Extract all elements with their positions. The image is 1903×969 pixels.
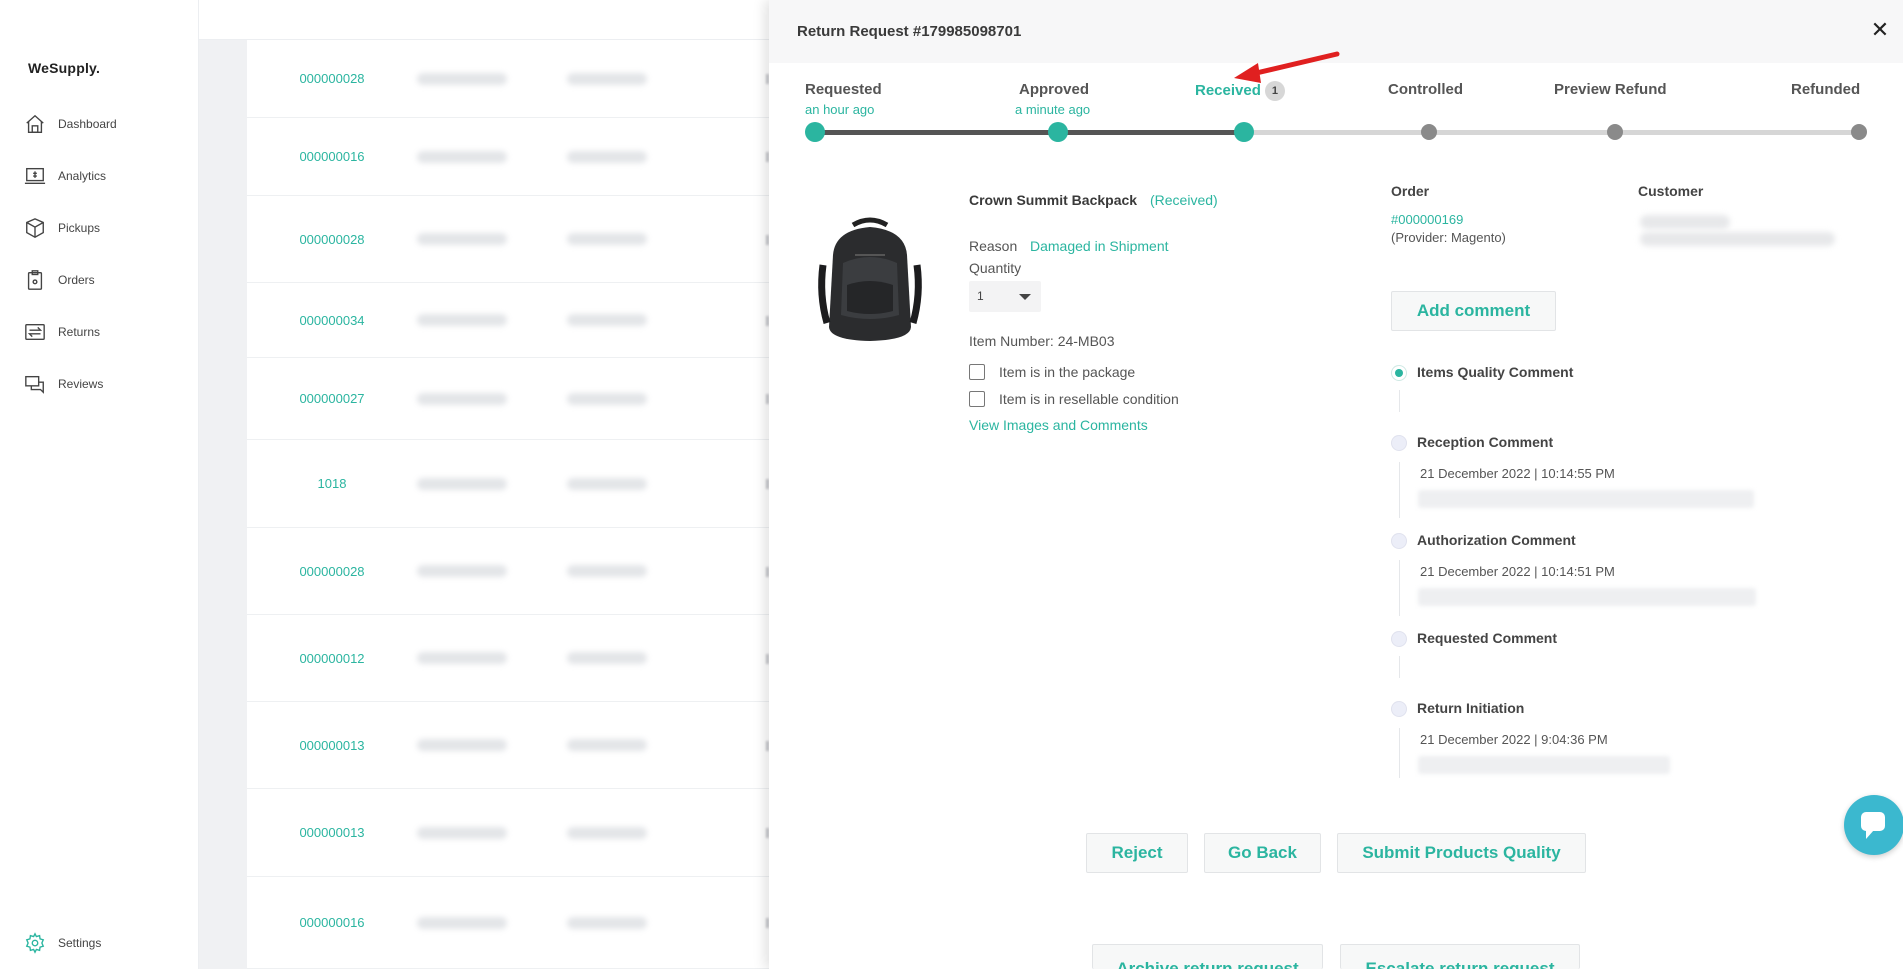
table-row[interactable]: 000000013 [247, 702, 769, 789]
add-comment-button[interactable]: Add comment [1391, 291, 1556, 331]
chat-bubble-icon [1861, 812, 1885, 839]
table-row[interactable]: 1018 [247, 440, 769, 528]
item-number: Item Number: 24-MB03 [969, 333, 1115, 349]
order-id-cell[interactable]: 000000013 [247, 825, 417, 840]
step-received-dot [1234, 122, 1254, 142]
sidebar-item-returns[interactable]: Returns [24, 319, 100, 345]
sidebar-item-pickups[interactable]: Pickups [24, 215, 100, 241]
table-row[interactable]: 000000028 [247, 196, 769, 283]
chevron-down-icon [1019, 294, 1031, 300]
timeline-authorization: Authorization Comment [1417, 532, 1576, 548]
step-approved-time: a minute ago [1015, 102, 1091, 117]
step-approved-label: Approved [1019, 81, 1090, 98]
timeline-dot-reception [1391, 435, 1407, 451]
reject-button[interactable]: Reject [1086, 833, 1188, 873]
order-number-link[interactable]: #000000169 [1391, 212, 1463, 227]
progress-track-done [815, 130, 1245, 135]
step-requested-dot [805, 122, 825, 142]
table-row[interactable]: 000000016 [247, 877, 769, 969]
table-row[interactable]: 000000028 [247, 528, 769, 615]
chat-widget-button[interactable] [1844, 795, 1903, 855]
item-resellable-checkbox[interactable] [969, 391, 985, 407]
checkbox-row-resellable: Item is in resellable condition [969, 391, 1179, 407]
red-arrow-annotation-icon [1234, 51, 1340, 83]
order-id-cell[interactable]: 000000027 [247, 391, 417, 406]
sidebar-item-orders[interactable]: Orders [24, 267, 95, 293]
table-row[interactable]: 000000028 [247, 40, 769, 118]
submit-products-quality-button[interactable]: Submit Products Quality [1337, 833, 1586, 873]
timeline-dot-return-initiation [1391, 701, 1407, 717]
timeline-dot-requested [1391, 631, 1407, 647]
escalate-return-request-button[interactable]: Escalate return request [1340, 944, 1580, 969]
order-id-cell[interactable]: 000000028 [247, 232, 417, 247]
step-refunded-label: Refunded [1791, 81, 1861, 98]
sidebar-item-dashboard[interactable]: Dashboard [24, 111, 117, 137]
panel-title: Return Request #179985098701 [797, 23, 1022, 40]
analytics-icon [24, 167, 46, 185]
step-refunded-dot [1851, 124, 1867, 140]
step-requested-label: Requested [805, 81, 882, 98]
order-id-cell[interactable]: 000000028 [247, 71, 417, 86]
step-requested-time: an hour ago [805, 102, 875, 117]
brand-logo: WeSupply. [28, 60, 101, 76]
table-row[interactable]: 000000027 [247, 358, 769, 440]
timeline-reception: Reception Comment [1417, 434, 1554, 450]
timeline-authorization-date: 21 December 2022 | 10:14:51 PM [1420, 564, 1615, 579]
reviews-icon [25, 375, 44, 394]
table-row[interactable]: 000000034 [247, 283, 769, 358]
timeline-requested: Requested Comment [1417, 630, 1558, 646]
orders-icon [27, 270, 43, 290]
customer-label: Customer [1638, 183, 1704, 199]
quantity-select[interactable]: 1 [969, 281, 1041, 312]
sidebar-item-analytics[interactable]: Analytics [24, 163, 106, 189]
table-row[interactable]: 000000016 [247, 118, 769, 196]
checkbox-row-package: Item is in the package [969, 364, 1135, 380]
return-request-panel: Return Request #179985098701 ✕ [769, 0, 1903, 969]
step-controlled-label: Controlled [1388, 81, 1463, 98]
sidebar: WeSupply. Dashboard Analytics Pickups Or… [0, 0, 199, 969]
timeline-return-initiation: Return Initiation [1417, 700, 1525, 716]
dashboard-icon [26, 114, 44, 133]
reason-value: Damaged in Shipment [1030, 238, 1169, 254]
quantity-label: Quantity [969, 260, 1022, 276]
step-controlled-dot [1421, 124, 1437, 140]
timeline-reception-date: 21 December 2022 | 10:14:55 PM [1420, 466, 1615, 481]
progress-track-pending [1245, 130, 1859, 135]
reason-label: Reason [969, 238, 1018, 254]
pickups-icon [26, 218, 44, 238]
product-status: (Received) [1150, 192, 1218, 208]
table-row[interactable]: 000000013 [247, 789, 769, 877]
view-images-comments-link[interactable]: View Images and Comments [969, 417, 1148, 433]
timeline-return-initiation-date: 21 December 2022 | 9:04:36 PM [1420, 732, 1608, 747]
timeline-items-quality: Items Quality Comment [1417, 364, 1574, 380]
step-preview-refund-label: Preview Refund [1554, 81, 1667, 98]
gear-icon [25, 932, 45, 954]
order-label: Order [1391, 183, 1430, 199]
table-row[interactable]: 000000012 [247, 615, 769, 702]
item-in-package-checkbox[interactable] [969, 364, 985, 380]
returns-table-background: 000000028 000000016 000000028 000000034 0000… [199, 0, 769, 969]
timeline-dot-items-quality [1391, 365, 1407, 381]
sidebar-item-reviews[interactable]: Reviews [24, 371, 103, 397]
go-back-button[interactable]: Go Back [1204, 833, 1321, 873]
order-provider: (Provider: Magento) [1391, 230, 1506, 245]
returns-icon [25, 323, 45, 341]
archive-return-request-button[interactable]: Archive return request [1092, 944, 1323, 969]
sidebar-item-settings[interactable]: Settings [24, 930, 101, 956]
close-button[interactable]: ✕ [1868, 18, 1892, 42]
backpack-product-image [818, 217, 922, 341]
order-id-cell[interactable]: 000000016 [247, 149, 417, 164]
order-id-cell[interactable]: 000000028 [247, 564, 417, 579]
product-name: Crown Summit Backpack [969, 192, 1138, 208]
order-id-cell[interactable]: 1018 [247, 476, 417, 491]
order-id-cell[interactable]: 000000013 [247, 738, 417, 753]
step-approved-dot [1048, 122, 1068, 142]
timeline-dot-authorization [1391, 533, 1407, 549]
order-id-cell[interactable]: 000000034 [247, 313, 417, 328]
step-preview-refund-dot [1607, 124, 1623, 140]
order-id-cell[interactable]: 000000012 [247, 651, 417, 666]
order-id-cell[interactable]: 000000016 [247, 915, 417, 930]
